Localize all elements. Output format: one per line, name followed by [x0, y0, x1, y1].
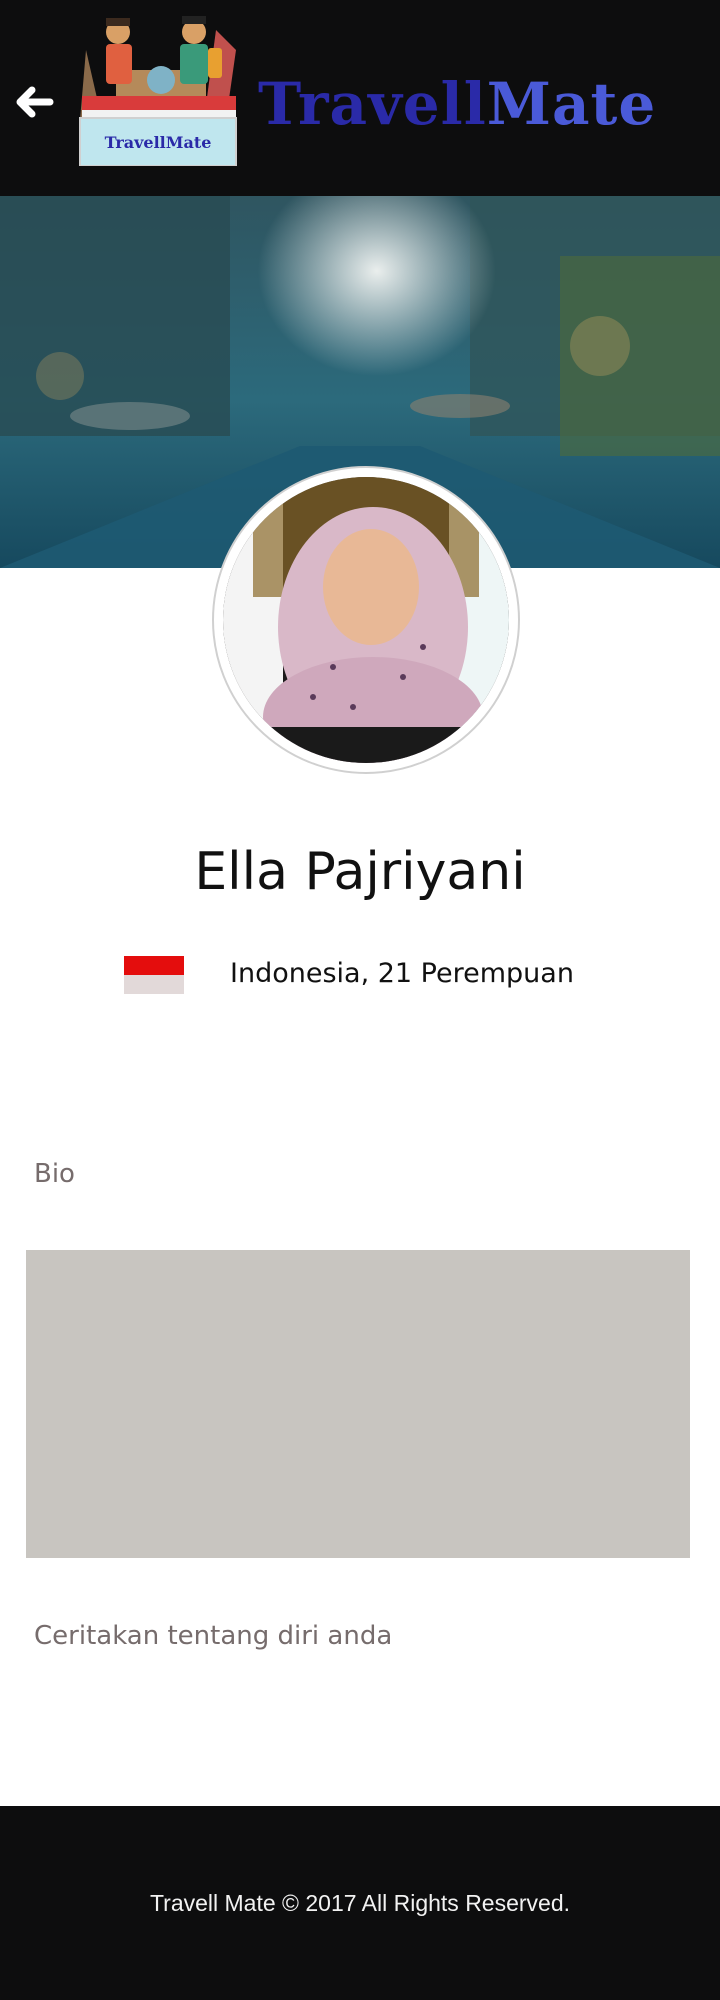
footer-copyright: Travell Mate © 2017 All Rights Reserved.	[149, 1890, 571, 1916]
svg-text:TravellMate: TravellMate	[105, 133, 212, 152]
indonesia-flag-icon	[124, 956, 184, 994]
logo-illustration: TravellMate	[76, 10, 242, 167]
brand-title-part2: Mate	[486, 70, 657, 138]
avatar-photo	[223, 477, 509, 763]
page-footer: Travell Mate © 2017 All Rights Reserved.	[0, 1806, 720, 2000]
brand-title: TravellMate	[258, 62, 656, 146]
profile-name: Ella Pajriyani	[194, 842, 526, 902]
bio-label: Bio	[34, 1159, 75, 1189]
profile-avatar[interactable]	[212, 466, 520, 774]
profile-country-info: Indonesia, 21 Perempuan	[230, 958, 574, 989]
back-button[interactable]	[10, 78, 58, 126]
bio-placeholder: Ceritakan tentang diri anda	[34, 1621, 393, 1651]
brand-title-part1: Travell	[258, 70, 487, 138]
arrow-left-icon	[16, 86, 54, 118]
app-header: TravellMate TravellMate	[0, 0, 720, 196]
bio-textarea[interactable]	[26, 1250, 690, 1558]
